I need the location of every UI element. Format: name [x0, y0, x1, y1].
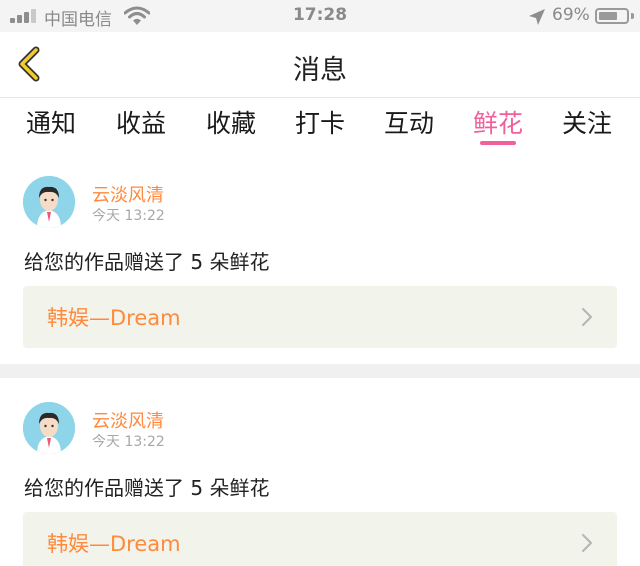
- user-avatar-icon: [23, 176, 75, 228]
- avatar[interactable]: [23, 402, 75, 454]
- sender-name[interactable]: 云淡风清: [92, 181, 164, 207]
- work-link[interactable]: 韩娱—Dream: [23, 286, 617, 348]
- tab-following[interactable]: 关注: [562, 104, 612, 140]
- nav-bar: 消息: [0, 32, 640, 98]
- work-title: 韩娱—Dream: [47, 532, 181, 556]
- battery-level: [599, 12, 617, 20]
- location-arrow-icon: [529, 9, 545, 25]
- tab-bar: 通知 收益 收藏 打卡 互动 鲜花 关注: [0, 99, 640, 157]
- message-time: 今天 13:22: [92, 434, 165, 450]
- tab-interaction[interactable]: 互动: [384, 104, 434, 140]
- battery-icon: [595, 8, 629, 24]
- chevron-right-icon: [582, 308, 592, 326]
- message-card: 云淡风清 今天 13:22 给您的作品赠送了 5 朵鲜花 韩娱—Dream: [0, 160, 640, 368]
- page-title: 消息: [293, 55, 347, 86]
- message-text: 给您的作品赠送了 5 朵鲜花: [24, 476, 270, 500]
- active-tab-indicator: [480, 141, 516, 145]
- chevron-right-icon: [582, 534, 592, 552]
- tab-checkin[interactable]: 打卡: [295, 104, 345, 140]
- battery-cap: [631, 13, 634, 19]
- tab-flowers[interactable]: 鲜花: [473, 104, 523, 140]
- status-bar: 中国电信 17:28 69%: [0, 0, 640, 32]
- battery-percent: 69%: [552, 5, 590, 25]
- tab-favorites[interactable]: 收藏: [206, 104, 256, 140]
- message-card: 云淡风清 今天 13:22 给您的作品赠送了 5 朵鲜花 韩娱—Dream: [0, 386, 640, 566]
- message-time: 今天 13:22: [92, 208, 165, 224]
- avatar[interactable]: [23, 176, 75, 228]
- work-link[interactable]: 韩娱—Dream: [23, 512, 617, 566]
- message-text: 给您的作品赠送了 5 朵鲜花: [24, 250, 270, 274]
- work-title: 韩娱—Dream: [47, 306, 181, 330]
- section-divider: [0, 364, 640, 378]
- user-avatar-icon: [23, 402, 75, 454]
- sender-name[interactable]: 云淡风清: [92, 407, 164, 433]
- tab-earnings[interactable]: 收益: [116, 104, 166, 140]
- tab-notifications[interactable]: 通知: [26, 104, 76, 140]
